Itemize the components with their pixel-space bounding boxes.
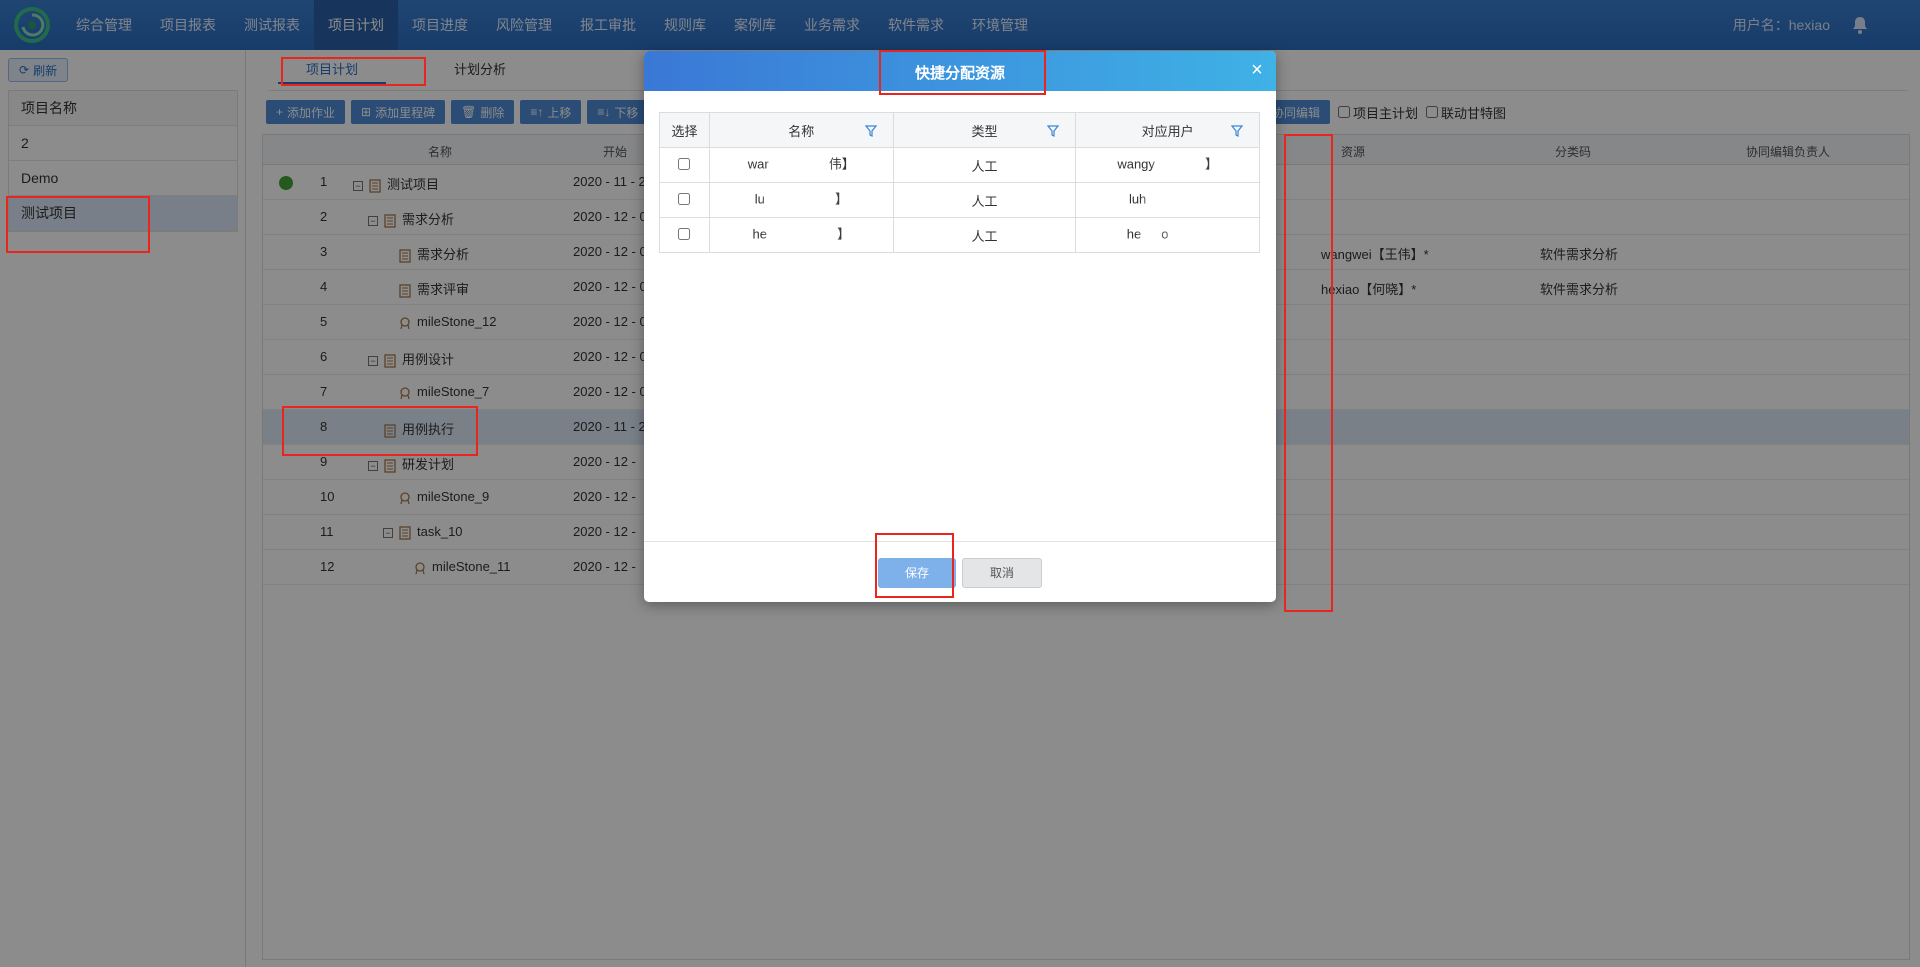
annotation-box-save: [875, 533, 954, 598]
close-icon[interactable]: ×: [1246, 59, 1268, 81]
resource-user-cell: luh: [1075, 182, 1260, 218]
resource-type-cell: 人工: [892, 147, 1077, 183]
annotation-box-resource: [1284, 134, 1333, 612]
resource-type-cell: 人工: [892, 217, 1077, 253]
redacted-blur: [764, 188, 835, 212]
resource-name-cell: war 伟】: [708, 147, 894, 183]
redacted-blur: [1154, 153, 1205, 177]
resource-name-part: lu: [754, 191, 765, 207]
resource-name-part: he: [752, 226, 767, 242]
redacted-blur: [767, 223, 837, 247]
row-checkbox[interactable]: [678, 192, 691, 205]
resource-user-part: he: [1126, 226, 1142, 242]
filter-icon[interactable]: [864, 125, 877, 137]
row-checkbox-cell[interactable]: [659, 182, 710, 218]
dialog-footer-divider: [644, 541, 1276, 542]
resource-name-part: 】: [837, 226, 851, 242]
row-checkbox-cell[interactable]: [659, 217, 710, 253]
cancel-button[interactable]: 取消: [962, 558, 1042, 588]
resource-user-part: wangy: [1117, 156, 1155, 172]
row-checkbox-cell[interactable]: [659, 147, 710, 183]
filter-icon[interactable]: [1047, 125, 1060, 137]
row-checkbox[interactable]: [678, 227, 691, 240]
resource-user-part: luh: [1128, 191, 1147, 207]
col-type-header[interactable]: 类型: [892, 112, 1077, 148]
col-type-label: 类型: [971, 123, 998, 139]
resource-table: 选择 名称 类型 对应用户 war 伟】 人工 wangy 】 lu 】 人工 …: [659, 112, 1260, 253]
resource-row[interactable]: lu 】 人工 luh: [659, 182, 1260, 218]
resource-user-part: 】: [1204, 156, 1218, 172]
resource-name-cell: lu 】: [708, 182, 894, 218]
resource-name-cell: he 】: [708, 217, 894, 253]
assign-resource-dialog: 快捷分配资源 × 选择 名称 类型 对应用户 war 伟】 人工 wangy 】…: [644, 51, 1276, 602]
redacted-blur: [1146, 188, 1207, 212]
col-name-label: 名称: [788, 123, 815, 139]
redacted-blur: [768, 153, 829, 177]
col-select: 选择: [659, 112, 710, 148]
resource-user-part: o: [1161, 226, 1169, 242]
col-user-label: 对应用户: [1141, 123, 1194, 139]
col-name-header[interactable]: 名称: [708, 112, 894, 148]
resource-user-cell: he o: [1075, 217, 1260, 253]
filter-icon[interactable]: [1231, 125, 1243, 137]
resource-name-part: 伟】: [828, 156, 855, 172]
resource-user-cell: wangy 】: [1075, 147, 1260, 183]
redacted-blur: [1141, 223, 1162, 247]
resource-row[interactable]: war 伟】 人工 wangy 】: [659, 147, 1260, 183]
resource-type-cell: 人工: [892, 182, 1077, 218]
row-checkbox[interactable]: [678, 157, 691, 170]
resource-name-part: 】: [834, 191, 848, 207]
annotation-box-row: [282, 406, 478, 456]
annotation-box-title: [879, 50, 1046, 95]
resource-name-part: war: [747, 156, 769, 172]
col-user-header[interactable]: 对应用户: [1075, 112, 1260, 148]
annotation-box-tab: [281, 57, 426, 86]
resource-row[interactable]: he 】 人工 he o: [659, 217, 1260, 253]
annotation-box-project: [6, 196, 150, 253]
redacted-blur: [1168, 223, 1209, 247]
